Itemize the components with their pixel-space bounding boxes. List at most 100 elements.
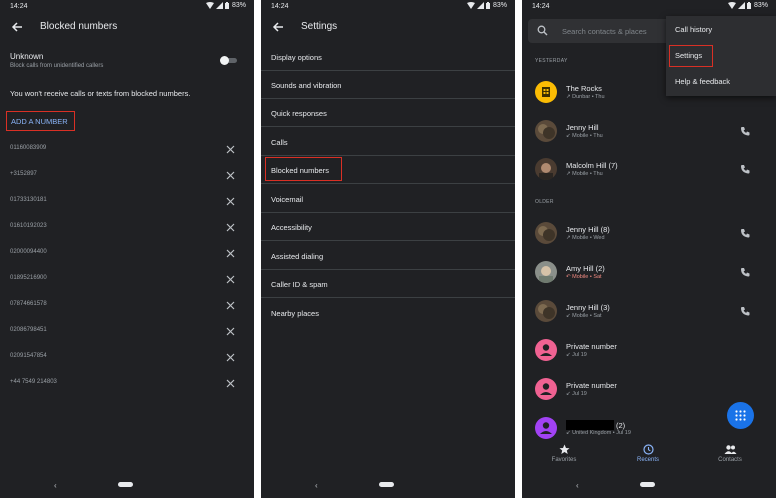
nav-back-icon[interactable]: ‹: [315, 481, 318, 490]
blocked-number-row: +44 7549 214803: [0, 371, 254, 397]
settings-item-caller-id-spam[interactable]: Caller ID & spam: [261, 270, 515, 298]
nav-back-icon[interactable]: ‹: [54, 481, 57, 490]
settings-item-voicemail[interactable]: Voicemail: [261, 185, 515, 213]
call-meta: ↗ Dunbar • Thu: [566, 94, 605, 100]
contacts-icon: [724, 445, 736, 454]
settings-item-display-options[interactable]: Display options: [261, 43, 515, 71]
blocked-numbers-screen: 14:24 83% Blocked numbers Unknown Block …: [0, 0, 254, 498]
settings-item-label: Nearby places: [271, 309, 319, 318]
blocked-number: 02000094400: [10, 249, 47, 255]
highlight-box: [265, 157, 342, 181]
close-icon[interactable]: [226, 171, 235, 180]
blocked-number-row: 01610192023: [0, 215, 254, 241]
phone-icon[interactable]: [740, 267, 750, 277]
dialer-recents-screen: 14:24 83% Search contacts & places YESTE…: [522, 0, 776, 498]
signal-icon: [737, 2, 745, 9]
add-number-button[interactable]: ADD A NUMBER: [6, 111, 75, 131]
close-icon[interactable]: [226, 353, 235, 362]
star-icon: [559, 444, 569, 454]
battery-percent: 83%: [753, 2, 768, 9]
settings-item-label: Accessibility: [271, 223, 312, 232]
close-icon[interactable]: [226, 379, 235, 388]
blocked-number: 02086798451: [10, 327, 47, 333]
call-meta: ↗ Mobile • Thu: [566, 171, 603, 177]
call-meta: ↙ Jul 19: [566, 352, 587, 358]
menu-item-call-history[interactable]: Call history: [675, 25, 712, 34]
signal-icon: [476, 2, 484, 9]
search-placeholder: Search contacts & places: [562, 27, 647, 36]
call-log-row[interactable]: Malcolm Hill (7) ↗ Mobile • Thu: [522, 150, 776, 188]
settings-screen: 14:24 83% Settings Display options Sound…: [261, 0, 515, 498]
tab-favorites[interactable]: Favorites: [534, 444, 594, 463]
call-log-row[interactable]: Jenny Hill (8) ↗ Mobile • Wed: [522, 214, 776, 252]
caller-name: Private number: [566, 381, 617, 390]
caller-name: Jenny Hill (3): [566, 303, 610, 312]
menu-item-help-feedback[interactable]: Help & feedback: [675, 77, 730, 86]
block-unknown-toggle[interactable]: [220, 56, 238, 65]
dialpad-fab[interactable]: [727, 402, 754, 429]
tab-recents[interactable]: Recents: [618, 444, 678, 463]
back-arrow-icon[interactable]: [271, 20, 285, 34]
contact-photo-avatar: [535, 158, 557, 180]
caller-name: The Rocks: [566, 84, 602, 93]
close-icon[interactable]: [226, 145, 235, 154]
tab-contacts[interactable]: Contacts: [700, 444, 760, 463]
close-icon[interactable]: [226, 275, 235, 284]
blocked-number: 01895216900: [10, 275, 47, 281]
phone-icon[interactable]: [740, 164, 750, 174]
phone-icon[interactable]: [740, 306, 750, 316]
close-icon[interactable]: [226, 327, 235, 336]
redacted-name: [566, 420, 614, 430]
private-avatar: [535, 339, 557, 361]
section-older: OLDER: [535, 199, 554, 205]
nav-home-pill[interactable]: [118, 482, 133, 487]
wifi-icon: [727, 2, 736, 9]
settings-item-nearby-places[interactable]: Nearby places: [261, 299, 515, 327]
close-icon[interactable]: [226, 249, 235, 258]
settings-item-quick-responses[interactable]: Quick responses: [261, 99, 515, 127]
blocked-number-row: 02086798451: [0, 319, 254, 345]
status-time: 14:24: [532, 3, 550, 10]
call-meta: ↙ Mobile • Sat: [566, 313, 602, 319]
call-log-row[interactable]: Private number ↙ Jul 19: [522, 331, 776, 369]
business-icon: [542, 87, 550, 97]
contact-photo-avatar: [535, 261, 557, 283]
status-bar: 14:24 83%: [0, 0, 254, 14]
blocked-notice: You won't receive calls or texts from bl…: [10, 89, 191, 98]
phone-icon[interactable]: [740, 126, 750, 136]
settings-item-accessibility[interactable]: Accessibility: [261, 213, 515, 241]
nav-back-icon[interactable]: ‹: [576, 481, 579, 490]
nav-home-pill[interactable]: [640, 482, 655, 487]
call-log-row[interactable]: Jenny Hill ↙ Mobile • Thu: [522, 112, 776, 150]
page-title: Blocked numbers: [40, 21, 118, 32]
close-icon[interactable]: [226, 223, 235, 232]
wifi-icon: [466, 2, 475, 9]
call-log-row[interactable]: Amy Hill (2) ↶ Mobile • Sat: [522, 253, 776, 291]
search-icon: [537, 25, 548, 36]
battery-icon: [485, 2, 490, 9]
settings-item-label: Caller ID & spam: [271, 280, 328, 289]
settings-item-sounds-and-vibration[interactable]: Sounds and vibration: [261, 71, 515, 99]
unknown-callers-title: Unknown: [10, 52, 44, 61]
call-log-row[interactable]: Jenny Hill (3) ↙ Mobile • Sat: [522, 292, 776, 330]
phone-icon[interactable]: [740, 228, 750, 238]
section-yesterday: YESTERDAY: [535, 58, 568, 64]
settings-item-label: Voicemail: [271, 195, 304, 204]
tab-label: Recents: [636, 457, 659, 463]
back-arrow-icon[interactable]: [10, 20, 24, 34]
nav-home-pill[interactable]: [379, 482, 394, 487]
status-bar: 14:24 83%: [261, 0, 515, 14]
close-icon[interactable]: [226, 197, 235, 206]
close-icon[interactable]: [226, 301, 235, 310]
status-time: 14:24: [271, 3, 289, 10]
wifi-icon: [205, 2, 214, 9]
blocked-number: 02091547854: [10, 353, 47, 359]
call-meta: ↗ Mobile • Wed: [566, 235, 605, 241]
settings-item-assisted-dialing[interactable]: Assisted dialing: [261, 242, 515, 270]
blocked-number: +3152897: [10, 171, 37, 177]
caller-name: Jenny Hill: [566, 123, 599, 132]
settings-item-calls[interactable]: Calls: [261, 128, 515, 156]
status-bar: 14:24 83%: [522, 0, 776, 14]
call-meta: ↙ Mobile • Thu: [566, 133, 603, 139]
app-bar: Blocked numbers: [0, 14, 254, 40]
